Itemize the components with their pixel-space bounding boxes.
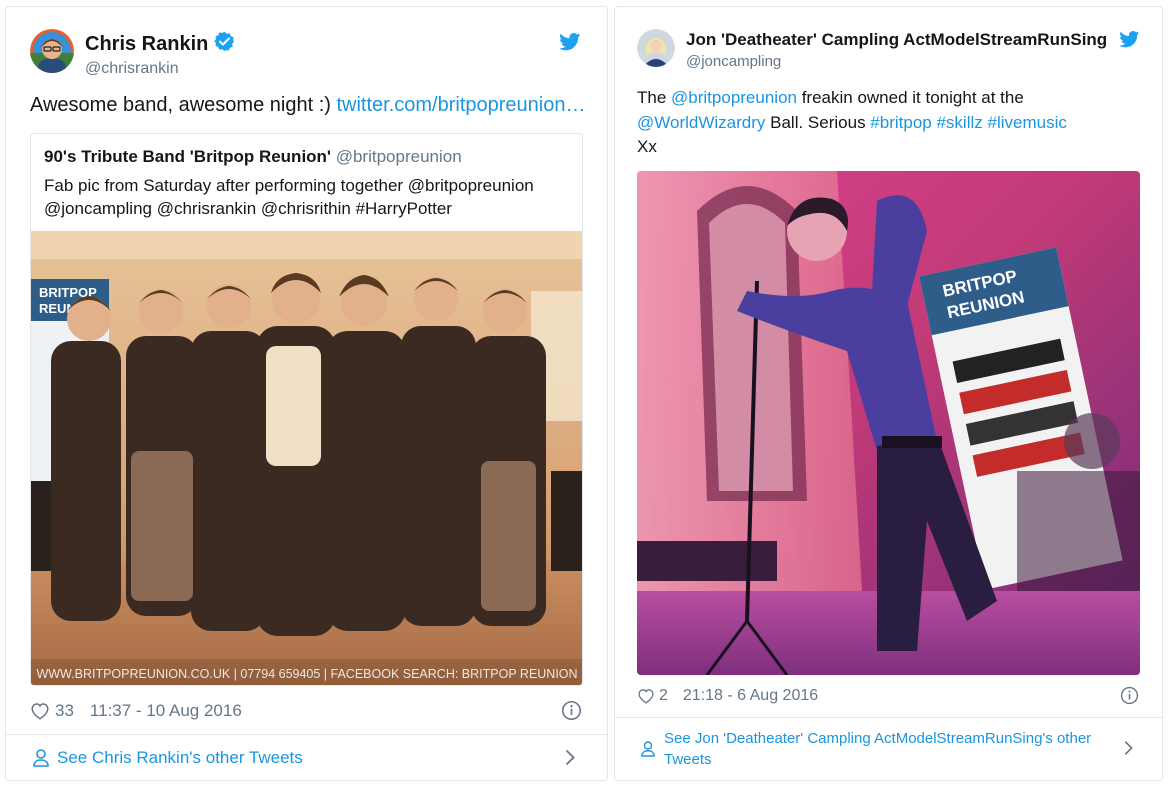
hashtag-link[interactable]: #skillz [936,113,982,132]
mention-link[interactable]: @WorldWizardry [637,113,765,132]
quoted-text-line2: @joncampling @chrisrankin @chrisrithin #… [44,199,452,218]
author-name[interactable]: Chris Rankin [85,33,208,56]
text-fragment: Ball. Serious [765,112,871,132]
heart-icon[interactable] [30,702,50,720]
heart-icon[interactable] [637,688,655,704]
chevron-right-icon[interactable] [1124,740,1133,761]
quoted-header: 90's Tribute Band 'Britpop Reunion' @bri… [44,147,462,167]
mention-link[interactable]: @britpopreunion [671,88,797,107]
avatar-image [637,29,675,67]
stage-photo: BRITPOP REUNION [637,171,1140,675]
tweet-text-line2: @WorldWizardry Ball. Serious #britpop #s… [637,111,1137,136]
verified-badge-icon [214,31,235,57]
quoted-tweet[interactable]: 90's Tribute Band 'Britpop Reunion' @bri… [30,133,583,686]
twitter-bird-icon[interactable] [559,33,581,56]
hashtag-link[interactable]: #livemusic [988,113,1067,132]
avatar[interactable] [30,29,74,73]
like-count[interactable]: 33 [55,701,74,721]
quoted-text: Fab pic from Saturday after performing t… [44,174,534,220]
see-other-tweets-line2[interactable]: Tweets [664,749,1091,770]
band-photo: BRITPOP REUNION [31,231,582,685]
avatar-image [30,29,74,73]
hashtag-link[interactable]: #britpop [870,113,931,132]
author-handle[interactable]: @chrisrankin [85,60,235,78]
timestamp[interactable]: 11:37 - 10 Aug 2016 [90,701,242,721]
tweet-text: Awesome band, awesome night :) twitter.c… [30,92,585,118]
tweet-text-line1: The @britpopreunion freakin owned it ton… [637,86,1137,111]
see-other-tweets-line1[interactable]: See Jon 'Deatheater' Campling ActModelSt… [664,728,1091,749]
info-icon[interactable] [561,700,582,726]
author-name[interactable]: Jon 'Deatheater' Campling ActModelStream… [686,30,1107,50]
person-icon [641,741,655,757]
tweet-card-chris[interactable]: Chris Rankin @chrisrankin Awesome band, … [5,6,608,781]
tweet-text: The @britpopreunion freakin owned it ton… [637,86,1137,160]
text-fragment: The [637,88,672,107]
author-handle[interactable]: @joncampling [686,53,1126,70]
timestamp[interactable]: 21:18 - 6 Aug 2016 [683,687,818,705]
photo-caption: WWW.BRITPOPREUNION.CO.UK | 07794 659405 … [36,667,577,681]
like-count[interactable]: 2 [659,687,668,705]
see-other-tweets-link[interactable]: See Chris Rankin's other Tweets [57,748,303,768]
info-icon[interactable] [1120,686,1139,710]
quoted-photo[interactable]: BRITPOP REUNION [31,231,582,685]
chevron-right-icon[interactable] [565,749,575,771]
quoted-author-handle[interactable]: @britpopreunion [336,147,462,166]
twitter-bird-icon[interactable] [1117,31,1140,53]
tweet-header: Chris Rankin @chrisrankin [30,29,235,78]
tweet-meta: 33 11:37 - 10 Aug 2016 [30,701,242,721]
tweet-card-jon[interactable]: Jon 'Deatheater' Campling ActModelStream… [614,6,1163,781]
avatar[interactable] [637,29,675,67]
tweet-text-body: Awesome band, awesome night :) [30,94,337,116]
text-fragment: freakin owned it tonight at the [796,88,1024,107]
quoted-author-name[interactable]: 90's Tribute Band 'Britpop Reunion' [44,147,331,166]
see-other-tweets-link[interactable]: See Jon 'Deatheater' Campling ActModelSt… [664,728,1091,770]
quoted-text-line1: Fab pic from Saturday after performing t… [44,176,534,195]
tweet-footer[interactable]: See Chris Rankin's other Tweets [6,734,607,780]
tweet-header: Jon 'Deatheater' Campling ActModelStream… [637,29,1126,70]
tweet-link[interactable]: twitter.com/britpopreunion… [336,94,585,116]
tweet-footer[interactable]: See Jon 'Deatheater' Campling ActModelSt… [615,717,1162,780]
tweet-text-line3: Xx [637,137,657,156]
person-icon [33,748,49,767]
tweet-photo[interactable]: BRITPOP REUNION [637,171,1140,675]
tweet-meta: 2 21:18 - 6 Aug 2016 [637,687,818,705]
